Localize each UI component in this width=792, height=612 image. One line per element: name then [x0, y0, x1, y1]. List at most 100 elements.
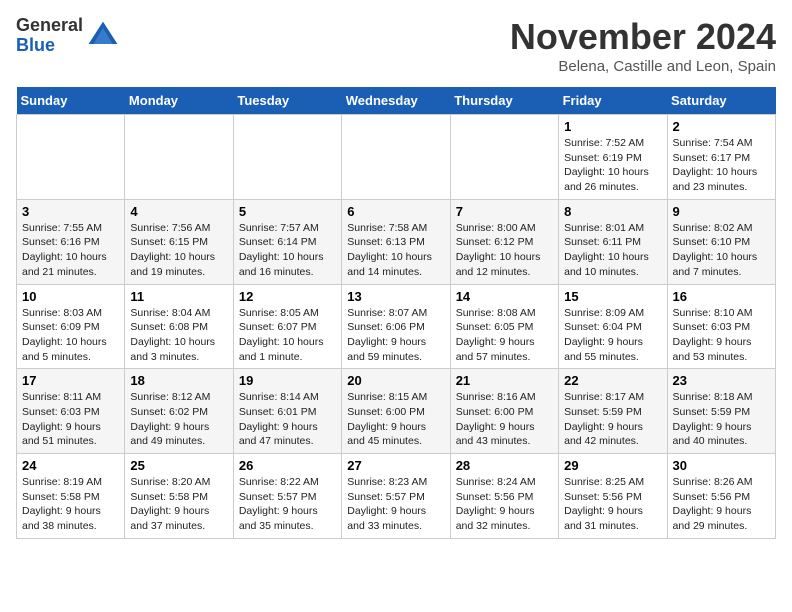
calendar-cell: 11 Sunrise: 8:04 AM Sunset: 6:08 PM Dayli… [125, 284, 233, 369]
day-number: 14 [456, 289, 553, 304]
day-info: Sunrise: 8:02 AM Sunset: 6:10 PM Dayligh… [673, 221, 770, 280]
day-info: Sunrise: 8:09 AM Sunset: 6:04 PM Dayligh… [564, 306, 661, 365]
calendar-week-row: 24 Sunrise: 8:19 AM Sunset: 5:58 PM Dayli… [17, 454, 776, 539]
day-info: Sunrise: 8:04 AM Sunset: 6:08 PM Dayligh… [130, 306, 227, 365]
day-number: 19 [239, 373, 336, 388]
day-number: 21 [456, 373, 553, 388]
day-number: 3 [22, 204, 119, 219]
calendar-cell: 10 Sunrise: 8:03 AM Sunset: 6:09 PM Dayli… [17, 284, 125, 369]
day-number: 18 [130, 373, 227, 388]
calendar-cell: 19 Sunrise: 8:14 AM Sunset: 6:01 PM Dayli… [233, 369, 341, 454]
calendar-cell [450, 115, 558, 200]
day-info: Sunrise: 8:22 AM Sunset: 5:57 PM Dayligh… [239, 475, 336, 534]
day-number: 20 [347, 373, 444, 388]
calendar-week-row: 3Sunrise: 7:55 AM Sunset: 6:16 PM Daylig… [17, 199, 776, 284]
calendar-cell: 4 Sunrise: 7:56 AM Sunset: 6:15 PM Daylig… [125, 199, 233, 284]
calendar-cell [342, 115, 450, 200]
day-number: 15 [564, 289, 661, 304]
title-section: November 2024 Belena, Castille and Leon,… [510, 16, 776, 75]
calendar-cell: 7 Sunrise: 8:00 AM Sunset: 6:12 PM Daylig… [450, 199, 558, 284]
day-number: 29 [564, 458, 661, 473]
calendar-cell: 16 Sunrise: 8:10 AM Sunset: 6:03 PM Dayli… [667, 284, 775, 369]
day-info: Sunrise: 8:18 AM Sunset: 5:59 PM Dayligh… [673, 390, 770, 449]
calendar-cell: 13 Sunrise: 8:07 AM Sunset: 6:06 PM Dayli… [342, 284, 450, 369]
day-number: 24 [22, 458, 119, 473]
day-number: 8 [564, 204, 661, 219]
day-number: 17 [22, 373, 119, 388]
calendar-cell: 24 Sunrise: 8:19 AM Sunset: 5:58 PM Dayli… [17, 454, 125, 539]
day-number: 2 [673, 119, 770, 134]
day-info: Sunrise: 7:58 AM Sunset: 6:13 PM Dayligh… [347, 221, 444, 280]
calendar-day-header: Saturday [667, 87, 775, 115]
calendar-cell: 17 Sunrise: 8:11 AM Sunset: 6:03 PM Dayli… [17, 369, 125, 454]
day-info: Sunrise: 8:10 AM Sunset: 6:03 PM Dayligh… [673, 306, 770, 365]
day-number: 12 [239, 289, 336, 304]
logo-icon [87, 20, 119, 52]
calendar-cell [233, 115, 341, 200]
day-info: Sunrise: 8:20 AM Sunset: 5:58 PM Dayligh… [130, 475, 227, 534]
logo-general-text: General [16, 16, 83, 36]
day-info: Sunrise: 8:01 AM Sunset: 6:11 PM Dayligh… [564, 221, 661, 280]
calendar-cell: 9Sunrise: 8:02 AM Sunset: 6:10 PM Daylig… [667, 199, 775, 284]
day-number: 22 [564, 373, 661, 388]
calendar-day-header: Tuesday [233, 87, 341, 115]
calendar-day-header: Thursday [450, 87, 558, 115]
logo: General Blue [16, 16, 119, 56]
calendar-day-header: Monday [125, 87, 233, 115]
calendar-cell: 30Sunrise: 8:26 AM Sunset: 5:56 PM Dayli… [667, 454, 775, 539]
calendar-cell: 29 Sunrise: 8:25 AM Sunset: 5:56 PM Dayli… [559, 454, 667, 539]
day-info: Sunrise: 8:11 AM Sunset: 6:03 PM Dayligh… [22, 390, 119, 449]
day-number: 26 [239, 458, 336, 473]
calendar-header-row: SundayMondayTuesdayWednesdayThursdayFrid… [17, 87, 776, 115]
day-info: Sunrise: 8:24 AM Sunset: 5:56 PM Dayligh… [456, 475, 553, 534]
day-info: Sunrise: 8:12 AM Sunset: 6:02 PM Dayligh… [130, 390, 227, 449]
day-number: 5 [239, 204, 336, 219]
day-number: 25 [130, 458, 227, 473]
month-title: November 2024 [510, 16, 776, 58]
day-number: 10 [22, 289, 119, 304]
calendar-cell: 26 Sunrise: 8:22 AM Sunset: 5:57 PM Dayli… [233, 454, 341, 539]
calendar-cell: 8 Sunrise: 8:01 AM Sunset: 6:11 PM Daylig… [559, 199, 667, 284]
day-info: Sunrise: 8:17 AM Sunset: 5:59 PM Dayligh… [564, 390, 661, 449]
day-info: Sunrise: 8:25 AM Sunset: 5:56 PM Dayligh… [564, 475, 661, 534]
calendar-cell: 27 Sunrise: 8:23 AM Sunset: 5:57 PM Dayli… [342, 454, 450, 539]
day-number: 1 [564, 119, 661, 134]
day-number: 27 [347, 458, 444, 473]
day-number: 11 [130, 289, 227, 304]
day-number: 13 [347, 289, 444, 304]
day-number: 6 [347, 204, 444, 219]
day-info: Sunrise: 8:23 AM Sunset: 5:57 PM Dayligh… [347, 475, 444, 534]
calendar-week-row: 10 Sunrise: 8:03 AM Sunset: 6:09 PM Dayli… [17, 284, 776, 369]
day-info: Sunrise: 7:52 AM Sunset: 6:19 PM Dayligh… [564, 136, 661, 195]
calendar-cell: 15 Sunrise: 8:09 AM Sunset: 6:04 PM Dayli… [559, 284, 667, 369]
day-info: Sunrise: 8:03 AM Sunset: 6:09 PM Dayligh… [22, 306, 119, 365]
day-number: 30 [673, 458, 770, 473]
day-info: Sunrise: 7:57 AM Sunset: 6:14 PM Dayligh… [239, 221, 336, 280]
calendar-cell: 3Sunrise: 7:55 AM Sunset: 6:16 PM Daylig… [17, 199, 125, 284]
day-info: Sunrise: 8:07 AM Sunset: 6:06 PM Dayligh… [347, 306, 444, 365]
calendar-cell: 25 Sunrise: 8:20 AM Sunset: 5:58 PM Dayli… [125, 454, 233, 539]
day-info: Sunrise: 8:08 AM Sunset: 6:05 PM Dayligh… [456, 306, 553, 365]
day-number: 7 [456, 204, 553, 219]
calendar-day-header: Wednesday [342, 87, 450, 115]
day-number: 16 [673, 289, 770, 304]
calendar-cell: 5 Sunrise: 7:57 AM Sunset: 6:14 PM Daylig… [233, 199, 341, 284]
calendar-cell: 18 Sunrise: 8:12 AM Sunset: 6:02 PM Dayli… [125, 369, 233, 454]
day-info: Sunrise: 7:54 AM Sunset: 6:17 PM Dayligh… [673, 136, 770, 195]
day-number: 4 [130, 204, 227, 219]
day-info: Sunrise: 8:19 AM Sunset: 5:58 PM Dayligh… [22, 475, 119, 534]
calendar-cell: 20 Sunrise: 8:15 AM Sunset: 6:00 PM Dayli… [342, 369, 450, 454]
calendar-cell [17, 115, 125, 200]
day-info: Sunrise: 8:16 AM Sunset: 6:00 PM Dayligh… [456, 390, 553, 449]
calendar-cell: 2 Sunrise: 7:54 AM Sunset: 6:17 PM Daylig… [667, 115, 775, 200]
calendar-cell: 23Sunrise: 8:18 AM Sunset: 5:59 PM Dayli… [667, 369, 775, 454]
day-info: Sunrise: 8:14 AM Sunset: 6:01 PM Dayligh… [239, 390, 336, 449]
calendar-week-row: 1 Sunrise: 7:52 AM Sunset: 6:19 PM Daylig… [17, 115, 776, 200]
day-info: Sunrise: 7:56 AM Sunset: 6:15 PM Dayligh… [130, 221, 227, 280]
day-info: Sunrise: 8:05 AM Sunset: 6:07 PM Dayligh… [239, 306, 336, 365]
calendar-day-header: Sunday [17, 87, 125, 115]
day-info: Sunrise: 8:15 AM Sunset: 6:00 PM Dayligh… [347, 390, 444, 449]
calendar-table: SundayMondayTuesdayWednesdayThursdayFrid… [16, 87, 776, 539]
page-header: General Blue November 2024 Belena, Casti… [16, 16, 776, 75]
day-info: Sunrise: 8:00 AM Sunset: 6:12 PM Dayligh… [456, 221, 553, 280]
